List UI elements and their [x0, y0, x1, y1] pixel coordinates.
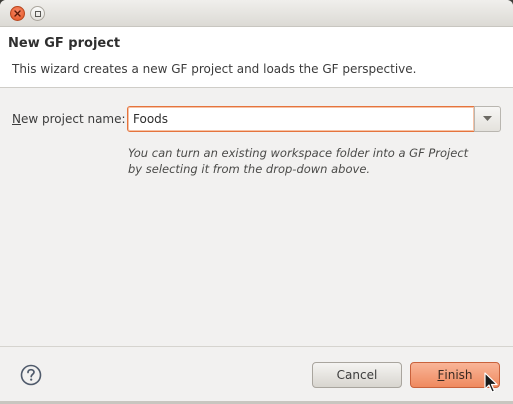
chevron-down-icon[interactable] [474, 106, 501, 132]
title-bar [0, 0, 513, 27]
page-title: New GF project [8, 36, 121, 51]
help-icon[interactable] [19, 363, 43, 387]
project-name-label-mnemonic: N [12, 112, 21, 126]
project-name-input[interactable] [127, 106, 475, 132]
wizard-header: New GF project This wizard creates a new… [0, 27, 513, 88]
cancel-button[interactable]: Cancel [312, 362, 402, 388]
footer-divider [0, 346, 513, 347]
hint-line-2: by selecting it from the drop-down above… [128, 162, 371, 176]
maximize-icon[interactable] [30, 6, 45, 21]
hint-line-1: You can turn an existing workspace folde… [128, 146, 469, 160]
mouse-cursor-icon [484, 372, 498, 393]
project-name-label-text: ew project name: [20, 112, 126, 126]
finish-button-label: inish [444, 368, 473, 382]
finish-button-mnemonic: F [437, 368, 445, 382]
close-icon[interactable] [10, 6, 25, 21]
project-name-combo[interactable] [127, 106, 501, 132]
hint-text: You can turn an existing workspace folde… [128, 145, 468, 177]
wizard-dialog: New GF project This wizard creates a new… [0, 0, 513, 404]
page-description: This wizard creates a new GF project and… [12, 62, 417, 76]
project-name-label: New project name: [12, 112, 126, 126]
